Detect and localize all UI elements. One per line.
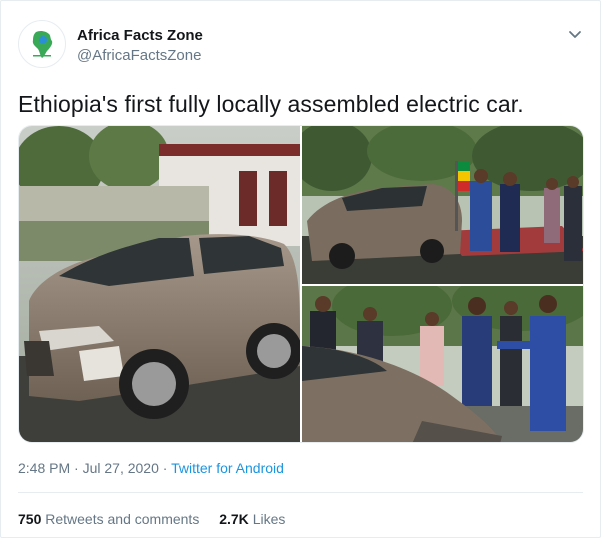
- avatar[interactable]: [18, 20, 66, 68]
- account-name[interactable]: Africa Facts Zone: [77, 27, 203, 44]
- chevron-down-icon: [569, 31, 581, 38]
- retweets-count: 750: [18, 511, 42, 527]
- meta-separator: ·: [162, 460, 168, 476]
- likes-label: Likes: [252, 511, 286, 527]
- retweets-stat[interactable]: 750 Retweets and comments: [18, 511, 203, 527]
- divider: [18, 492, 583, 493]
- tweet-time[interactable]: 2:48 PM: [18, 460, 70, 476]
- likes-count: 2.7K: [219, 511, 249, 527]
- likes-stat[interactable]: 2.7K Likes: [219, 511, 285, 527]
- media-grid: [18, 125, 584, 443]
- photo-car-side[interactable]: [19, 126, 300, 442]
- tweet-text: Ethiopia's first fully locally assembled…: [18, 91, 524, 117]
- account-handle[interactable]: @AfricaFactsZone: [77, 47, 201, 64]
- tweet-date[interactable]: Jul 27, 2020: [83, 460, 159, 476]
- africa-map-logo-icon: [32, 30, 53, 58]
- more-options-button[interactable]: [566, 25, 584, 43]
- retweets-label: Retweets and comments: [45, 511, 200, 527]
- photo-car-ceremony[interactable]: [302, 126, 583, 284]
- photo-handshake[interactable]: [302, 286, 583, 442]
- tweet-meta: 2:48 PM · Jul 27, 2020 · Twitter for And…: [18, 460, 284, 476]
- tweet-card: Africa Facts Zone @AfricaFactsZone Ethio…: [0, 0, 601, 538]
- tweet-source-link[interactable]: Twitter for Android: [171, 460, 284, 476]
- meta-separator: ·: [74, 460, 79, 476]
- tweet-stats: 750 Retweets and comments 2.7K Likes: [18, 511, 301, 527]
